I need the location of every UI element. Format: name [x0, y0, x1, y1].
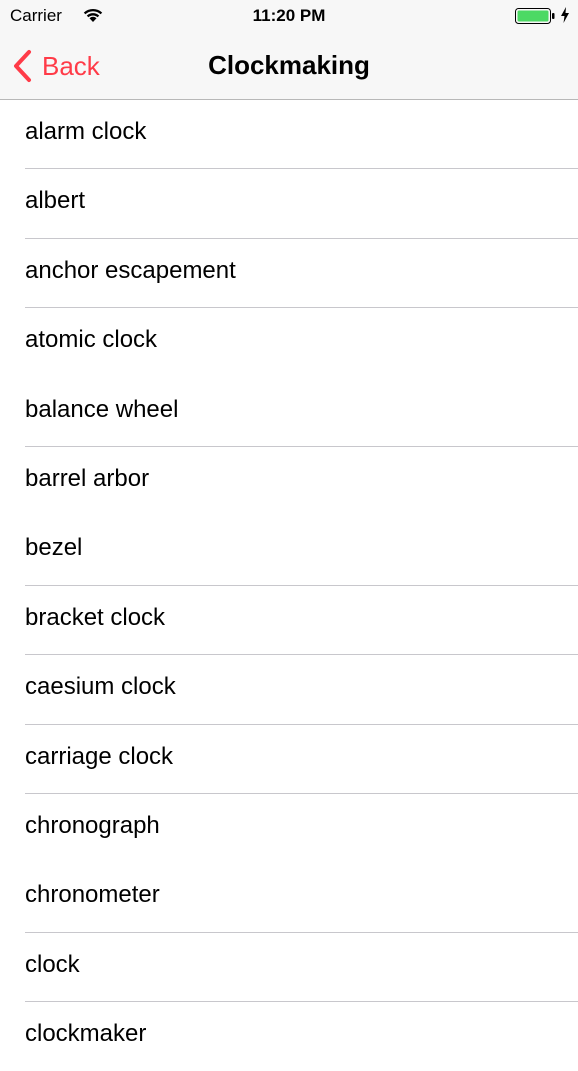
list-item[interactable]: caesium clock	[0, 655, 578, 725]
list-item-label: albert	[25, 187, 86, 215]
list-item-label: carriage clock	[25, 742, 174, 770]
navigation-bar: Back Clockmaking	[0, 32, 578, 100]
list-item[interactable]: clockmaker	[0, 1002, 578, 1071]
status-time: 11:20 PM	[252, 6, 326, 25]
list-item[interactable]: clock	[0, 933, 578, 1003]
list-item-label: balance wheel	[25, 395, 179, 423]
list-item[interactable]: alarm clock	[0, 100, 578, 170]
list-item-label: anchor escapement	[25, 256, 236, 284]
list-item[interactable]: balance wheel	[0, 378, 578, 447]
list-item[interactable]: albert	[0, 169, 578, 239]
list-item-label: caesium clock	[25, 673, 176, 701]
list-item[interactable]: chronograph	[0, 794, 578, 863]
list-item-label: bracket clock	[25, 603, 166, 631]
list-item[interactable]: barrel arbor	[0, 447, 578, 516]
list-item[interactable]: bezel	[0, 516, 578, 586]
list-item-label: clockmaker	[25, 1020, 147, 1048]
list-item[interactable]: anchor escapement	[0, 239, 578, 309]
list-item-label: barrel arbor	[25, 464, 150, 492]
list-item-label: atomic clock	[25, 326, 158, 354]
list-item[interactable]: bracket clock	[0, 586, 578, 656]
list-item-label: alarm clock	[25, 118, 147, 145]
list-item-label: chronograph	[25, 811, 160, 839]
charging-icon	[561, 7, 569, 23]
list-item[interactable]: carriage clock	[0, 725, 578, 794]
list-item[interactable]: atomic clock	[0, 308, 578, 377]
list-item[interactable]: chronometer	[0, 863, 578, 933]
term-list: alarm clock albert anchor escapement ato…	[0, 100, 578, 1071]
list-item-label: chronometer	[25, 881, 160, 909]
battery-icon	[515, 8, 555, 24]
page-title: Clockmaking	[208, 50, 370, 80]
status-bar: Carrier 11:20 PM	[0, 0, 578, 32]
list-item-label: clock	[25, 950, 80, 978]
list-item-label: bezel	[25, 534, 83, 562]
